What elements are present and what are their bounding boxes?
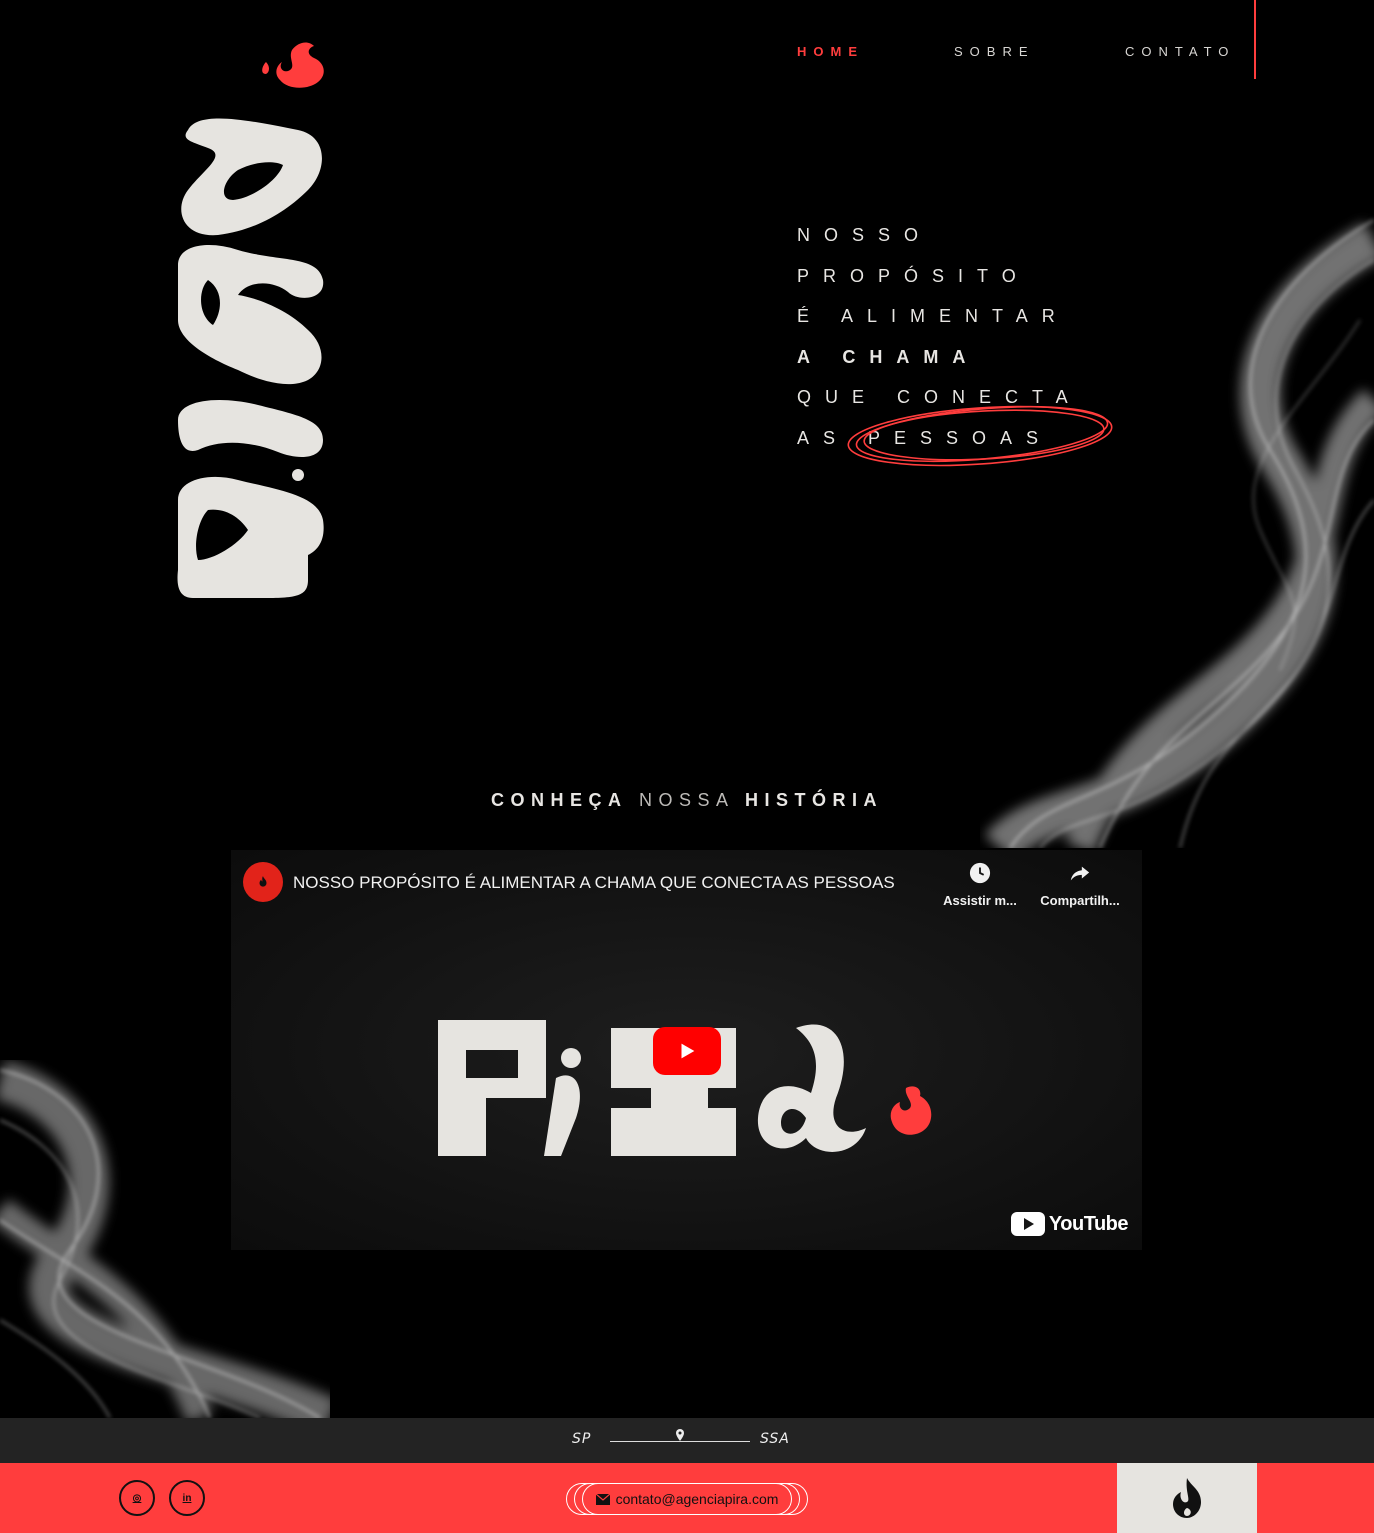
circled-highlight-ring	[847, 405, 1113, 467]
flame-icon	[890, 1086, 932, 1135]
play-button[interactable]	[653, 1027, 721, 1075]
watch-later-label: Assistir m...	[943, 893, 1017, 908]
share-button[interactable]: Compartilh...	[1035, 862, 1125, 908]
flame-icon	[262, 42, 324, 88]
instagram-icon[interactable]: ◎	[119, 1480, 155, 1516]
purpose-line: NOSSO	[797, 225, 933, 245]
share-label: Compartilh...	[1040, 893, 1120, 908]
nav-sobre[interactable]: SOBRE	[954, 44, 1125, 59]
purpose-line-highlight: A CHAMA	[797, 346, 980, 367]
main-nav: HOME SOBRE CONTATO	[797, 44, 1235, 59]
flame-icon	[1173, 1478, 1201, 1518]
purpose-line: É ALIMENTAR	[797, 306, 1069, 326]
linkedin-icon[interactable]: in	[169, 1480, 205, 1516]
story-part2: NOSSA	[638, 790, 734, 810]
video-title[interactable]: NOSSO PROPÓSITO É ALIMENTAR A CHAMA QUE …	[293, 873, 895, 893]
footer: ◎ in contato@agenciapira.com	[0, 1463, 1374, 1533]
email-button[interactable]: contato@agenciapira.com	[566, 1483, 808, 1515]
story-heading: CONHEÇA NOSSA HISTÓRIA	[0, 790, 1374, 811]
location-to: SSA	[760, 1431, 790, 1447]
youtube-icon	[1010, 1212, 1045, 1236]
location-from: SP	[572, 1431, 592, 1447]
location-pin-icon	[676, 1429, 684, 1441]
pira-logo[interactable]	[168, 40, 333, 602]
nav-accent-rule	[1254, 0, 1256, 79]
play-icon	[681, 1043, 695, 1059]
clock-icon	[969, 862, 991, 884]
location-bar: SP SSA	[0, 1418, 1374, 1463]
youtube-brand[interactable]: YouTube	[1010, 1212, 1129, 1236]
nav-home[interactable]: HOME	[797, 44, 954, 59]
share-icon	[1070, 866, 1090, 881]
purpose-line: PROPÓSITO	[797, 265, 1030, 286]
youtube-label: YouTube	[1048, 1212, 1129, 1235]
youtube-embed[interactable]: NOSSO PROPÓSITO É ALIMENTAR A CHAMA QUE …	[231, 850, 1142, 1250]
email-content: contato@agenciapira.com	[566, 1483, 808, 1515]
flame-icon	[259, 876, 267, 887]
watch-later-button[interactable]: Assistir m...	[935, 862, 1025, 908]
location-route: SP SSA	[570, 1429, 810, 1450]
story-part1: CONHEÇA	[490, 790, 628, 810]
channel-avatar[interactable]	[243, 862, 283, 902]
story-part3: HISTÓRIA	[745, 790, 884, 810]
nav-contato[interactable]: CONTATO	[1125, 44, 1235, 59]
footer-logo-box[interactable]	[1117, 1463, 1257, 1533]
email-address: contato@agenciapira.com	[615, 1491, 779, 1507]
envelope-icon	[595, 1493, 610, 1505]
